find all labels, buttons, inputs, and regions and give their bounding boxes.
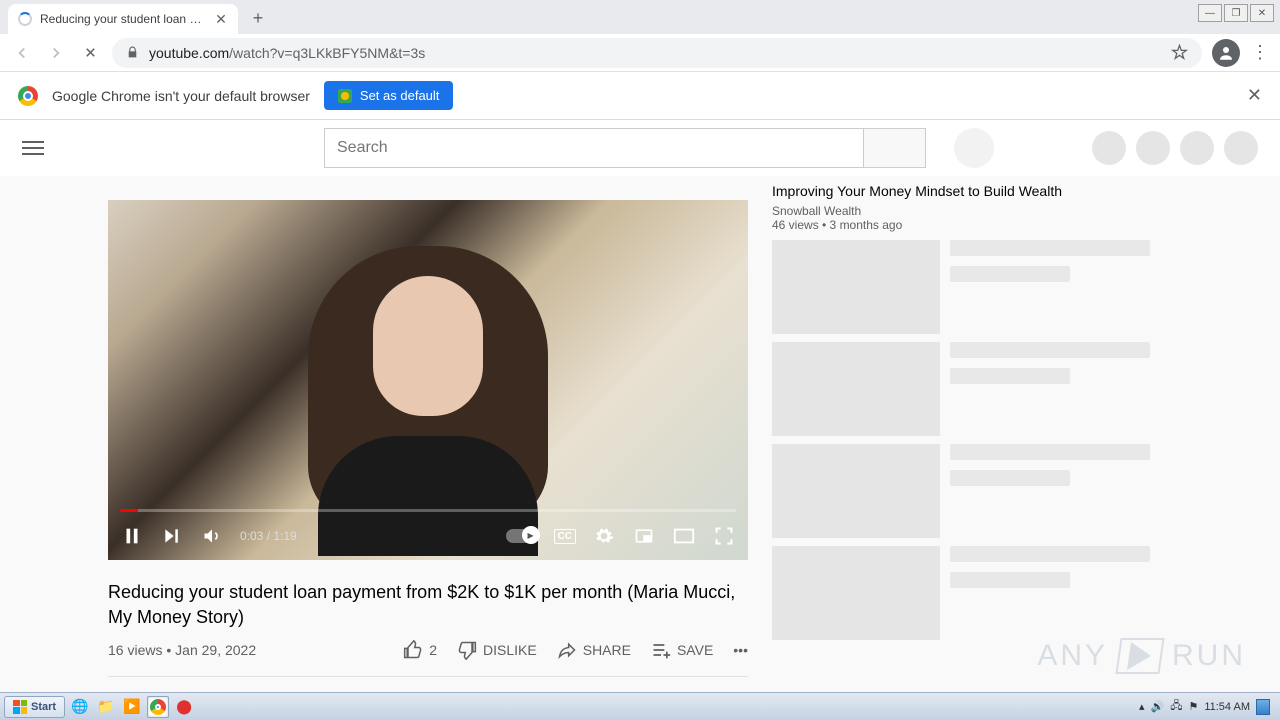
taskbar-clock[interactable]: 11:54 AM — [1204, 701, 1250, 713]
secondary-column: Improving Your Money Mindset to Build We… — [772, 200, 1174, 692]
pause-button[interactable] — [120, 524, 144, 548]
close-window-button[interactable]: ✕ — [1250, 4, 1274, 22]
windows-taskbar: Start 🌐 📁 ▶️ ⬤ ▴ 🔊 🖧 ⚑ 11:54 AM — [0, 692, 1280, 720]
windows-logo-icon — [13, 700, 27, 714]
thumbnail-placeholder — [772, 240, 940, 334]
tray-flag-icon[interactable]: ⚑ — [1188, 700, 1198, 713]
search-button[interactable] — [864, 128, 926, 168]
placeholder-icon — [1092, 131, 1126, 165]
chrome-logo-icon — [18, 86, 38, 106]
related-meta: 46 views • 3 months ago — [772, 218, 1150, 232]
infobar-message: Google Chrome isn't your default browser — [52, 88, 310, 104]
tab-title: Reducing your student loan paymen — [40, 12, 206, 26]
omnibox[interactable]: youtube.com/watch?v=q3LKkBFY5NM&t=3s — [112, 38, 1202, 68]
time-display: 0:03 / 1:19 — [240, 529, 297, 543]
watch-page: 0:03 / 1:19 CC Reducing your student loa… — [0, 176, 1280, 692]
search-form — [324, 128, 926, 168]
related-video-skeleton — [772, 240, 1150, 334]
video-frame-illustration — [288, 236, 568, 556]
player-controls: 0:03 / 1:19 CC — [108, 512, 748, 560]
placeholder-icon — [1136, 131, 1170, 165]
settings-button[interactable] — [592, 524, 616, 548]
close-tab-icon[interactable]: ✕ — [214, 12, 228, 26]
placeholder-icon — [1180, 131, 1214, 165]
tray-expand-icon[interactable]: ▴ — [1139, 700, 1145, 713]
bookmark-star-icon[interactable] — [1171, 44, 1188, 61]
voice-search-button[interactable] — [954, 128, 994, 168]
loading-spinner-icon — [18, 12, 32, 26]
volume-button[interactable] — [200, 524, 224, 548]
shield-icon — [338, 89, 352, 103]
lock-icon — [126, 46, 139, 59]
thumbnail-placeholder — [772, 546, 940, 640]
maximize-button[interactable]: ❐ — [1224, 4, 1248, 22]
tray-volume-icon[interactable]: 🔊 — [1150, 700, 1164, 713]
taskbar-explorer-icon[interactable]: 📁 — [95, 696, 117, 718]
more-actions-button[interactable]: ••• — [733, 642, 748, 658]
window-controls: — ❐ ✕ — [1198, 4, 1274, 22]
taskbar-media-icon[interactable]: ▶️ — [121, 696, 143, 718]
minimize-button[interactable]: — — [1198, 4, 1222, 22]
video-meta-row: 16 views • Jan 29, 2022 2 DISLIKE SHARE … — [108, 640, 748, 677]
anyrun-watermark: ANY RUN — [1037, 638, 1246, 674]
forward-button[interactable] — [44, 41, 68, 65]
autoplay-toggle[interactable] — [506, 529, 538, 543]
stop-reload-button[interactable] — [78, 41, 102, 65]
infobar-close-button[interactable]: ✕ — [1247, 85, 1262, 106]
video-player[interactable]: 0:03 / 1:19 CC — [108, 200, 748, 560]
browser-tab-strip: Reducing your student loan paymen ✕ + — … — [0, 0, 1280, 34]
address-bar: youtube.com/watch?v=q3LKkBFY5NM&t=3s ⋮ — [0, 34, 1280, 72]
taskbar-opera-icon[interactable]: ⬤ — [173, 696, 195, 718]
video-title: Reducing your student loan payment from … — [108, 580, 748, 630]
set-default-label: Set as default — [360, 88, 440, 103]
search-input[interactable] — [324, 128, 864, 168]
related-title: Improving Your Money Mindset to Build We… — [772, 182, 1150, 200]
set-default-button[interactable]: Set as default — [324, 81, 454, 110]
share-button[interactable]: SHARE — [557, 640, 631, 660]
taskbar-ie-icon[interactable]: 🌐 — [69, 696, 91, 718]
thumbnail-placeholder — [772, 444, 940, 538]
video-actions: 2 DISLIKE SHARE SAVE ••• — [403, 640, 748, 660]
new-tab-button[interactable]: + — [244, 4, 272, 32]
system-tray: ▴ 🔊 🖧 ⚑ 11:54 AM — [1139, 697, 1276, 716]
default-browser-infobar: Google Chrome isn't your default browser… — [0, 72, 1280, 120]
theater-button[interactable] — [672, 524, 696, 548]
video-meta: 16 views • Jan 29, 2022 — [108, 642, 256, 658]
profile-button[interactable] — [1212, 39, 1240, 67]
placeholder-icon — [1224, 131, 1258, 165]
youtube-header — [0, 120, 1280, 176]
fullscreen-button[interactable] — [712, 524, 736, 548]
header-actions-placeholder — [1092, 131, 1258, 165]
related-video[interactable]: Improving Your Money Mindset to Build We… — [772, 182, 1150, 232]
related-video-skeleton — [772, 546, 1150, 640]
tray-network-icon[interactable]: 🖧 — [1170, 697, 1182, 716]
guide-menu-button[interactable] — [22, 141, 44, 155]
related-channel: Snowball Wealth — [772, 204, 1150, 218]
dislike-button[interactable]: DISLIKE — [457, 640, 537, 660]
url-text: youtube.com/watch?v=q3LKkBFY5NM&t=3s — [149, 45, 425, 61]
taskbar-chrome-icon[interactable] — [147, 696, 169, 718]
thumbnail-placeholder — [772, 342, 940, 436]
browser-menu-button[interactable]: ⋮ — [1250, 42, 1270, 63]
save-button[interactable]: SAVE — [651, 640, 713, 660]
captions-button[interactable]: CC — [554, 529, 576, 544]
like-button[interactable]: 2 — [403, 640, 437, 660]
related-video-skeleton — [772, 342, 1150, 436]
miniplayer-button[interactable] — [632, 524, 656, 548]
next-button[interactable] — [160, 524, 184, 548]
primary-column: 0:03 / 1:19 CC Reducing your student loa… — [108, 200, 748, 692]
browser-tab[interactable]: Reducing your student loan paymen ✕ — [8, 4, 238, 34]
related-video-skeleton — [772, 444, 1150, 538]
back-button[interactable] — [10, 41, 34, 65]
start-button[interactable]: Start — [4, 696, 65, 718]
show-desktop-button[interactable] — [1256, 699, 1270, 715]
